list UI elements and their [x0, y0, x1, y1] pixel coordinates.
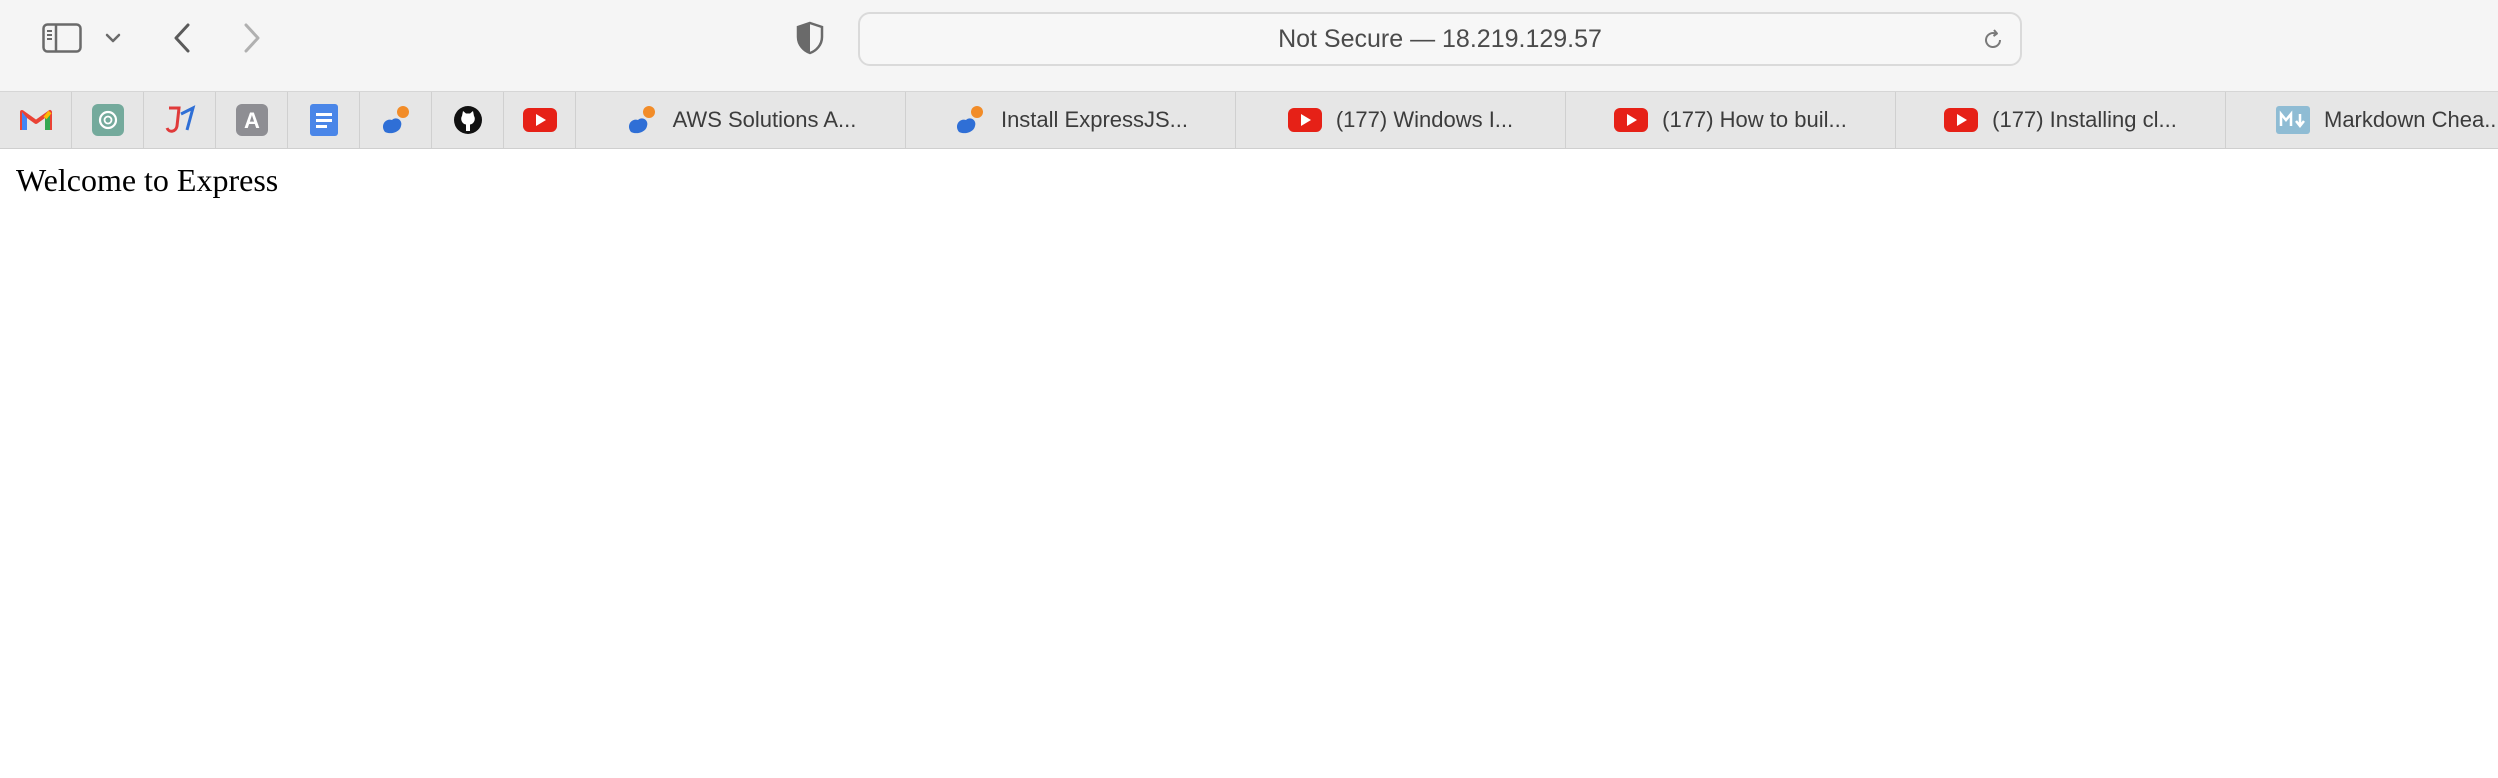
- cloud-tab-icon: [628, 106, 655, 134]
- privacy-shield-icon[interactable]: [790, 18, 830, 58]
- youtube-icon: [1614, 108, 1649, 132]
- github-icon: [453, 106, 482, 134]
- favorite-tab-label: (177) How to buil...: [1662, 107, 1847, 132]
- favorite-tab-label: (177) Installing cl...: [1992, 107, 2177, 132]
- youtube-favorite[interactable]: [504, 92, 576, 148]
- cloud-tab-icon: [956, 106, 983, 134]
- youtube-icon: [1287, 108, 1322, 132]
- gmail-favorite[interactable]: [0, 92, 72, 148]
- favorite-tab-aws[interactable]: AWS Solutions A...: [576, 92, 906, 148]
- github-favorite[interactable]: [432, 92, 504, 148]
- favorite-tab-expressjs[interactable]: Install ExpressJS...: [906, 92, 1236, 148]
- svg-text:A: A: [244, 108, 260, 133]
- jira-favorite[interactable]: [144, 92, 216, 148]
- favorite-tab-label: AWS Solutions A...: [672, 107, 857, 132]
- back-arrow-icon[interactable]: [162, 18, 202, 58]
- favorite-tab-label: (177) Windows I...: [1335, 107, 1514, 132]
- favorite-tab-label: Markdown Chea...: [2324, 107, 2498, 132]
- chevron-down-icon[interactable]: [98, 22, 128, 54]
- reload-icon[interactable]: [1978, 25, 2008, 55]
- favorite-tab-label: Install ExpressJS...: [1000, 107, 1189, 132]
- markdown-icon: [2276, 106, 2310, 134]
- favorite-tab-youtube-installing[interactable]: (177) Installing cl...: [1896, 92, 2226, 148]
- forward-arrow-icon[interactable]: [232, 18, 272, 58]
- cloud-favorite[interactable]: [360, 92, 432, 148]
- sidebar-toggle-icon[interactable]: [38, 18, 86, 58]
- jira-icon: [165, 105, 195, 133]
- favorite-tab-youtube-how-to[interactable]: (177) How to buil...: [1566, 92, 1896, 148]
- address-text: Not Secure — 18.219.129.57: [1278, 24, 1602, 53]
- youtube-icon: [1944, 108, 1979, 132]
- app-a-icon: A: [235, 104, 268, 136]
- google-docs-icon: [309, 104, 338, 136]
- chatgpt-icon: [91, 104, 124, 136]
- page-body-text: Welcome to Express: [16, 162, 279, 198]
- app-a-favorite[interactable]: A: [216, 92, 288, 148]
- favorite-tab-markdown[interactable]: Markdown Chea...: [2226, 92, 2498, 148]
- youtube-icon: [522, 108, 557, 132]
- gmail-icon: [19, 110, 52, 130]
- favorite-tab-youtube-windows[interactable]: (177) Windows I...: [1236, 92, 1566, 148]
- favorites-bar: A AWS Solutions A... Install ExpressJS..…: [0, 92, 2498, 149]
- address-bar[interactable]: Not Secure — 18.219.129.57: [858, 12, 2022, 66]
- google-docs-favorite[interactable]: [288, 92, 360, 148]
- cloud-tab-icon: [382, 106, 409, 134]
- browser-toolbar: Not Secure — 18.219.129.57: [0, 0, 2498, 92]
- chatgpt-favorite[interactable]: [72, 92, 144, 148]
